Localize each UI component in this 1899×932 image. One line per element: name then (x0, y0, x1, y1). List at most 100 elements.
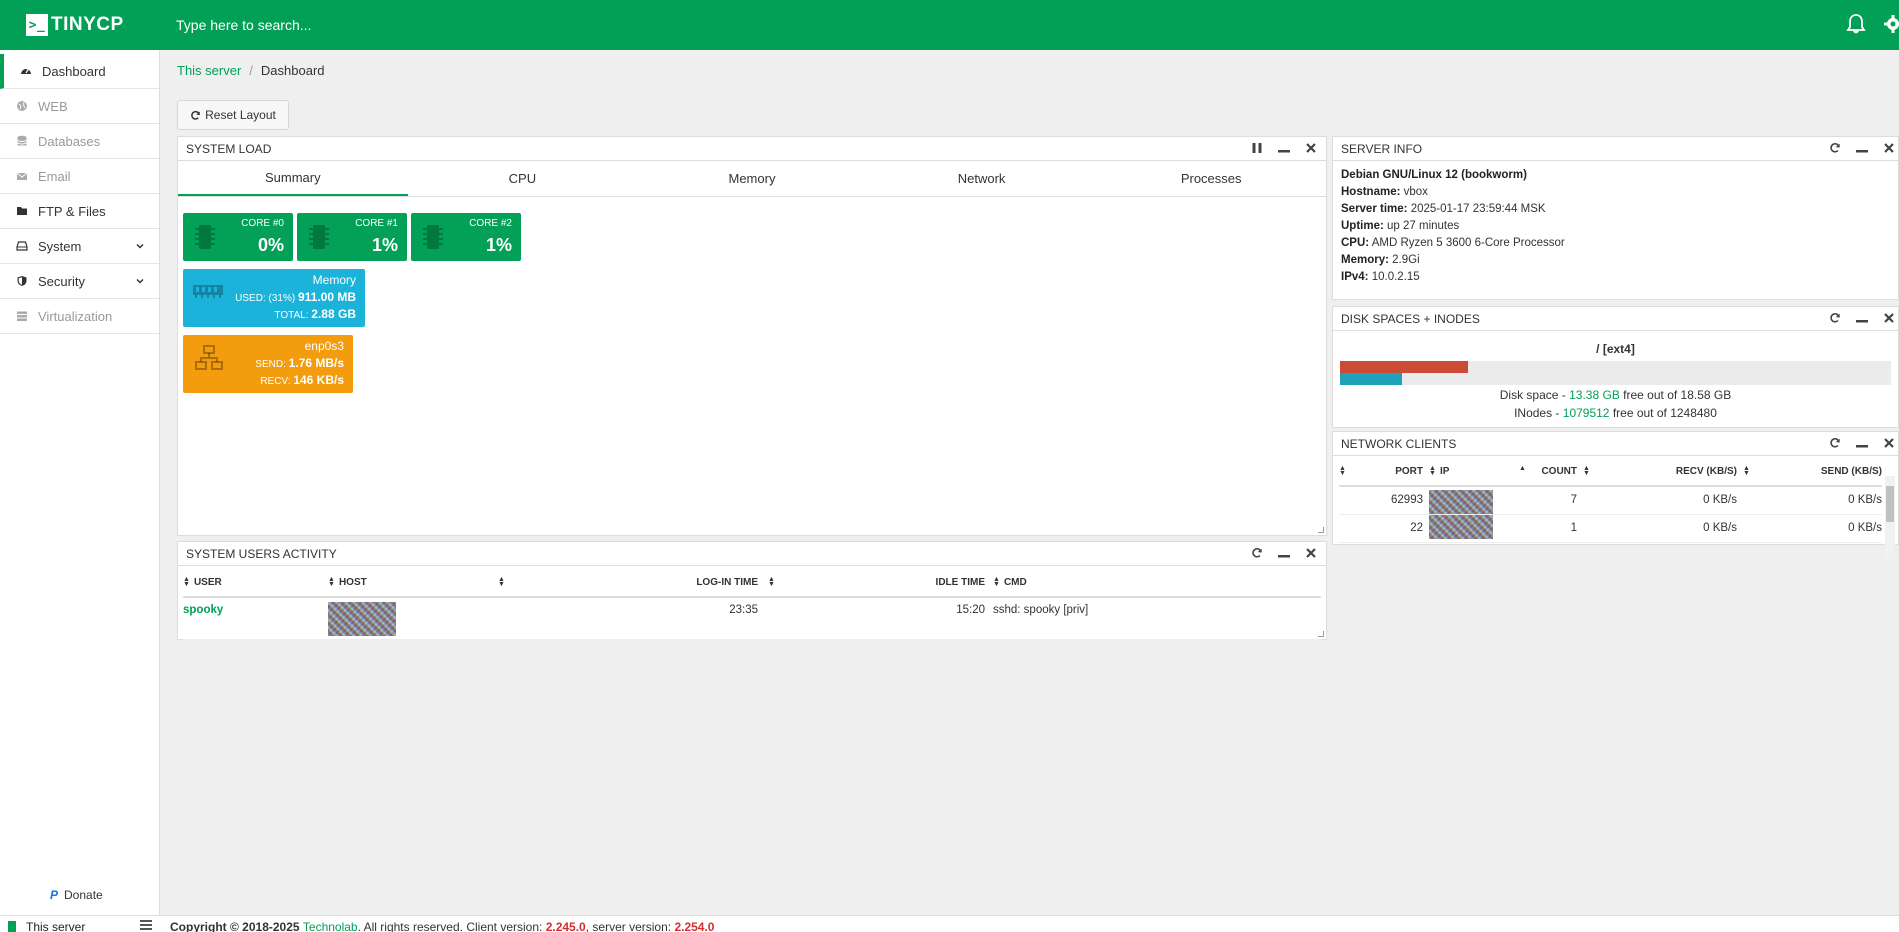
sidebar-item-system[interactable]: System (0, 229, 159, 264)
sidebar-item-web[interactable]: WEB (0, 89, 159, 124)
system-load-tabs: Summary CPU Memory Network Processes (178, 161, 1326, 197)
memory-used-value: 911.00 MB (297, 290, 356, 304)
close-icon[interactable] (1304, 141, 1318, 155)
column-count[interactable]: ▲ COUNT (1519, 458, 1583, 487)
idle-time: 15:20 (768, 597, 993, 640)
info-key: Server time: (1341, 203, 1408, 215)
tab-network[interactable]: Network (867, 161, 1097, 196)
copyright: Copyright © 2018-2025 Technolab. All rig… (170, 920, 715, 932)
port-cell: 22 (1339, 514, 1429, 543)
server-name: This server (26, 920, 86, 932)
sidebar-item-virtualization[interactable]: Virtualization (0, 299, 159, 334)
hdd-icon (16, 241, 28, 251)
reset-layout-button[interactable]: Reset Layout (177, 100, 289, 130)
refresh-icon[interactable] (1828, 141, 1842, 155)
column-user[interactable]: ▲ ▼ USER (183, 569, 328, 598)
column-cmd[interactable]: ▲ ▼ CMD (993, 569, 1321, 598)
memory-tile: Memory USED: (31%) 911.00 MB TOTAL: 2.88… (183, 269, 365, 327)
memory-module-icon (193, 285, 223, 298)
panel-header: SYSTEM USERS ACTIVITY (178, 542, 1326, 566)
memory-total-value: 2.88 GB (311, 307, 356, 321)
info-row: Uptime: up 27 minutes (1341, 218, 1890, 235)
info-key: Memory: (1341, 254, 1389, 266)
donate-link[interactable]: P Donate (50, 888, 103, 902)
sidebar-item-email[interactable]: Email (0, 159, 159, 194)
minimize-icon[interactable] (1277, 141, 1291, 155)
sidebar-item-ftp-files[interactable]: FTP & Files (0, 194, 159, 229)
search-input[interactable] (176, 14, 1076, 36)
resize-handle[interactable] (1318, 527, 1324, 533)
column-idle-time[interactable]: ▲ ▼ IDLE TIME (768, 569, 993, 598)
pause-icon[interactable] (1250, 141, 1264, 155)
column-ip[interactable]: ▲ ▼ IP (1429, 458, 1519, 487)
refresh-icon[interactable] (1250, 546, 1264, 560)
cmd-cell: sshd: spooky [priv] (993, 597, 1321, 640)
minimize-icon[interactable] (1277, 546, 1291, 560)
panel-title: DISK SPACES + INODES (1341, 311, 1480, 326)
column-send[interactable]: ▲ ▼ SEND (KB/S) (1743, 458, 1882, 487)
port-cell: 62993 (1339, 486, 1429, 515)
os-name: Debian GNU/Linux 12 (bookworm) (1341, 169, 1527, 181)
info-row: Memory: 2.9Gi (1341, 252, 1890, 269)
refresh-icon[interactable] (1828, 311, 1842, 325)
minimize-icon[interactable] (1855, 436, 1869, 450)
folder-icon (17, 207, 27, 215)
column-login-time[interactable]: ▲ ▼ LOG-IN TIME (498, 569, 768, 598)
minimize-icon[interactable] (1855, 311, 1869, 325)
refresh-icon[interactable] (1828, 436, 1842, 450)
sidebar-item-security[interactable]: Security (0, 264, 159, 299)
ip-cell (1429, 514, 1519, 543)
close-icon[interactable] (1882, 141, 1896, 155)
close-icon[interactable] (1304, 546, 1318, 560)
column-recv[interactable]: ▲ ▼ RECV (KB/S) (1583, 458, 1743, 487)
server-selector[interactable]: This server (8, 920, 85, 932)
info-value: up 27 minutes (1387, 220, 1460, 232)
resize-handle[interactable] (1318, 631, 1324, 637)
scrollbar-thumb[interactable] (1886, 486, 1894, 522)
scrollbar[interactable] (1885, 476, 1895, 558)
logo[interactable]: >_ TINYCP (26, 12, 124, 38)
minimize-icon[interactable] (1855, 141, 1869, 155)
server-status-indicator (8, 921, 16, 932)
close-icon[interactable] (1882, 436, 1896, 450)
disk-space-text: Disk space - 13.38 GB free out of 18.58 … (1499, 388, 1732, 402)
close-icon[interactable] (1882, 311, 1896, 325)
sidebar-item-dashboard[interactable]: Dashboard (0, 54, 159, 89)
user-name[interactable]: spooky (183, 597, 328, 640)
sort-icon: ▲ ▼ (1583, 465, 1590, 477)
breadcrumb-root[interactable]: This server (177, 63, 241, 78)
reset-layout-label: Reset Layout (205, 108, 276, 122)
inodes-bar (1340, 373, 1891, 385)
shield-icon (17, 276, 27, 286)
panel-title: SYSTEM USERS ACTIVITY (186, 546, 337, 561)
users-activity-panel: SYSTEM USERS ACTIVITY ▲ ▼ USER ▲ ▼ HOST ▲ ▼ LO… (177, 541, 1327, 640)
core-value: 1% (485, 235, 512, 255)
panel-tools (1815, 141, 1896, 155)
company-link[interactable]: Technolab (303, 920, 358, 932)
cpu-chip-icon (423, 225, 443, 249)
paypal-icon: P (50, 888, 59, 902)
memory-total: TOTAL: 2.88 GB (274, 307, 356, 321)
redacted-ip-image (1429, 489, 1493, 514)
panel-title: SYSTEM LOAD (186, 141, 272, 156)
users-table: ▲ ▼ USER ▲ ▼ HOST ▲ ▼ LOG-IN TIME ▲ ▼ IDLE TIME … (183, 569, 1321, 640)
info-row: CPU: AMD Ryzen 5 3600 6-Core Processor (1341, 235, 1890, 252)
tab-memory[interactable]: Memory (637, 161, 867, 196)
column-port[interactable]: ▲ ▼ PORT (1339, 458, 1429, 487)
sidebar-item-databases[interactable]: Databases (0, 124, 159, 159)
tab-processes[interactable]: Processes (1096, 161, 1326, 196)
database-icon (17, 135, 27, 146)
list-icon[interactable] (140, 920, 152, 930)
ip-cell (1429, 486, 1519, 515)
sidebar-item-label: Security (38, 273, 85, 289)
column-host[interactable]: ▲ ▼ HOST (328, 569, 498, 598)
server-info-panel: SERVER INFO Debian GNU/Linux 12 (bookwor… (1332, 136, 1899, 300)
clients-table: ▲ ▼ PORT ▲ ▼ IP ▲ COUNT ▲ ▼ RECV (KB/S) ▲ ▼ SEND… (1339, 458, 1882, 543)
network-send-value: 1.76 MB/s (288, 356, 344, 370)
gear-icon[interactable] (1883, 13, 1899, 35)
tab-summary[interactable]: Summary (178, 161, 408, 196)
info-value: vbox (1403, 186, 1428, 198)
bell-icon[interactable] (1846, 13, 1866, 35)
sidebar-item-label: FTP & Files (38, 203, 106, 219)
tab-cpu[interactable]: CPU (408, 161, 638, 196)
